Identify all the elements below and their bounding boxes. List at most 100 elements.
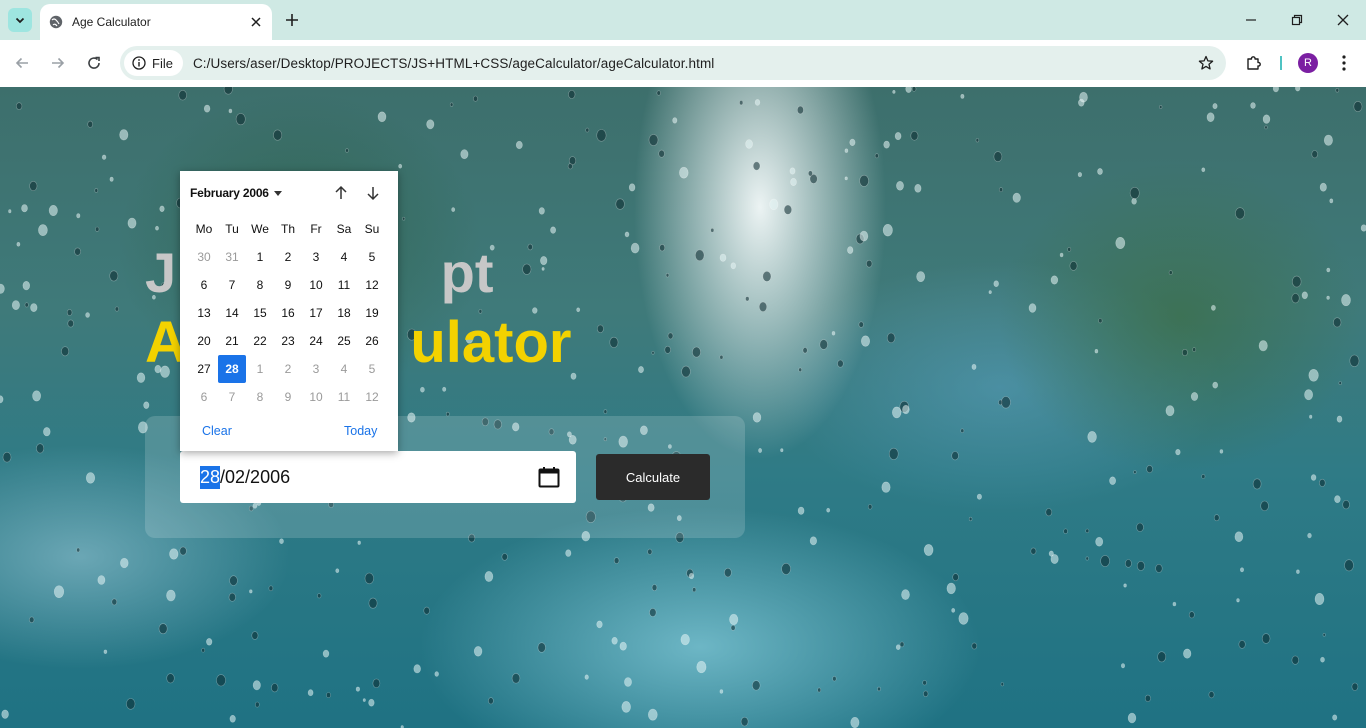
browser-menu-button[interactable] bbox=[1334, 52, 1354, 74]
restore-icon bbox=[1291, 14, 1303, 26]
calendar-day[interactable]: 6 bbox=[190, 383, 218, 411]
calendar-day[interactable]: 11 bbox=[330, 383, 358, 411]
birth-date-input[interactable]: 28/02/2006 bbox=[180, 451, 576, 503]
calendar-day[interactable]: 7 bbox=[218, 383, 246, 411]
new-tab-button[interactable] bbox=[282, 10, 302, 30]
address-bar[interactable]: File C:/Users/aser/Desktop/PROJECTS/JS+H… bbox=[120, 46, 1226, 80]
weekday-header: Mo bbox=[195, 222, 213, 236]
calendar-day[interactable]: 15 bbox=[246, 299, 274, 327]
next-month-button[interactable] bbox=[363, 183, 383, 203]
calendar-day[interactable]: 10 bbox=[302, 271, 330, 299]
calendar-day[interactable]: 31 bbox=[218, 243, 246, 271]
plus-icon bbox=[286, 14, 298, 26]
tab-strip: Age Calculator bbox=[0, 0, 1366, 40]
toolbar-divider bbox=[1280, 56, 1282, 70]
calendar-day[interactable]: 21 bbox=[218, 327, 246, 355]
arrow-right-icon bbox=[52, 57, 65, 69]
month-year-label: February 2006 bbox=[190, 186, 269, 200]
calendar-grid: Mo Tu We Th Fr Sa Su 30 31 1 2 3 4 5 6 7 8 9 10 11 12 13 14 15 1… bbox=[190, 215, 390, 411]
calendar-day[interactable]: 9 bbox=[274, 271, 302, 299]
calendar-day[interactable]: 3 bbox=[302, 355, 330, 383]
calendar-day[interactable]: 14 bbox=[218, 299, 246, 327]
calendar-day[interactable]: 25 bbox=[330, 327, 358, 355]
clear-button[interactable]: Clear bbox=[202, 424, 232, 438]
url-text[interactable]: C:/Users/aser/Desktop/PROJECTS/JS+HTML+C… bbox=[193, 56, 714, 71]
calendar-day[interactable]: 12 bbox=[358, 383, 386, 411]
calendar-day[interactable]: 2 bbox=[274, 243, 302, 271]
calendar-day[interactable]: 20 bbox=[190, 327, 218, 355]
calendar-day[interactable]: 12 bbox=[358, 271, 386, 299]
tab-title: Age Calculator bbox=[72, 15, 151, 29]
weekday-header: Th bbox=[280, 222, 295, 236]
extensions-button[interactable] bbox=[1243, 52, 1265, 74]
calendar-day[interactable]: 4 bbox=[330, 355, 358, 383]
caret-down-icon bbox=[273, 190, 282, 196]
picker-footer: Clear Today bbox=[180, 421, 398, 441]
weekday-header: Sa bbox=[336, 222, 352, 236]
reload-button[interactable] bbox=[83, 52, 105, 74]
calculate-button[interactable]: Calculate bbox=[596, 454, 710, 500]
calendar-day[interactable]: 1 bbox=[246, 243, 274, 271]
close-tab-icon[interactable] bbox=[246, 12, 266, 32]
info-icon bbox=[132, 56, 146, 70]
date-month-year-segment[interactable]: /02/2006 bbox=[220, 467, 290, 488]
back-button[interactable] bbox=[11, 52, 33, 74]
arrow-down-icon bbox=[367, 187, 379, 201]
puzzle-icon bbox=[1247, 56, 1261, 70]
calendar-day[interactable]: 17 bbox=[302, 299, 330, 327]
star-icon bbox=[1198, 55, 1214, 70]
close-icon bbox=[1337, 14, 1349, 26]
date-picker-popup: February 2006 Mo Tu We Th Fr Sa Su 30 31 1 2 3 4 5 6 7 8… bbox=[180, 171, 398, 451]
calendar-day[interactable]: 26 bbox=[358, 327, 386, 355]
weekday-header: Su bbox=[364, 222, 380, 236]
calendar-day[interactable]: 1 bbox=[246, 355, 274, 383]
calendar-day[interactable]: 22 bbox=[246, 327, 274, 355]
restore-button[interactable] bbox=[1287, 10, 1307, 30]
month-year-selector[interactable]: February 2006 bbox=[190, 183, 282, 203]
calendar-day[interactable]: 24 bbox=[302, 327, 330, 355]
close-window-button[interactable] bbox=[1333, 10, 1353, 30]
bookmark-button[interactable] bbox=[1196, 53, 1216, 73]
site-chip-label: File bbox=[152, 55, 173, 71]
calendar-day[interactable]: 30 bbox=[190, 243, 218, 271]
weekday-header: Tu bbox=[225, 222, 239, 236]
tab-search-button[interactable] bbox=[8, 8, 32, 32]
calendar-day[interactable]: 8 bbox=[246, 271, 274, 299]
globe-icon bbox=[48, 14, 64, 30]
calendar-day[interactable]: 27 bbox=[190, 355, 218, 383]
calendar-day[interactable]: 18 bbox=[330, 299, 358, 327]
browser-toolbar: File C:/Users/aser/Desktop/PROJECTS/JS+H… bbox=[0, 40, 1366, 87]
date-day-segment[interactable]: 28 bbox=[200, 465, 221, 489]
calendar-day[interactable]: 23 bbox=[274, 327, 302, 355]
weekday-header: Fr bbox=[310, 222, 322, 236]
calendar-day[interactable]: 7 bbox=[218, 271, 246, 299]
weekday-header: We bbox=[251, 222, 269, 236]
calendar-day[interactable]: 11 bbox=[330, 271, 358, 299]
calendar-day[interactable]: 6 bbox=[190, 271, 218, 299]
reload-icon bbox=[88, 56, 100, 69]
today-button[interactable]: Today bbox=[344, 424, 377, 438]
more-vertical-icon bbox=[1342, 55, 1346, 71]
calendar-day[interactable]: 10 bbox=[302, 383, 330, 411]
forward-button[interactable] bbox=[47, 52, 69, 74]
minimize-icon bbox=[1246, 19, 1256, 21]
site-info-chip[interactable]: File bbox=[124, 50, 183, 76]
calendar-day[interactable]: 5 bbox=[358, 355, 386, 383]
calendar-day[interactable]: 3 bbox=[302, 243, 330, 271]
profile-avatar[interactable]: R bbox=[1298, 53, 1318, 73]
arrow-left-icon bbox=[15, 57, 28, 69]
calendar-day[interactable]: 19 bbox=[358, 299, 386, 327]
previous-month-button[interactable] bbox=[331, 183, 351, 203]
calendar-day[interactable]: 16 bbox=[274, 299, 302, 327]
calendar-day-selected[interactable]: 28 bbox=[218, 355, 246, 383]
calendar-day[interactable]: 8 bbox=[246, 383, 274, 411]
browser-tab[interactable]: Age Calculator bbox=[40, 4, 272, 40]
calendar-day[interactable]: 2 bbox=[274, 355, 302, 383]
calendar-day[interactable]: 13 bbox=[190, 299, 218, 327]
arrow-up-icon bbox=[335, 185, 347, 199]
calendar-day[interactable]: 5 bbox=[358, 243, 386, 271]
calendar-day[interactable]: 9 bbox=[274, 383, 302, 411]
minimize-button[interactable] bbox=[1241, 10, 1261, 30]
calendar-day[interactable]: 4 bbox=[330, 243, 358, 271]
calendar-icon[interactable] bbox=[536, 464, 562, 490]
